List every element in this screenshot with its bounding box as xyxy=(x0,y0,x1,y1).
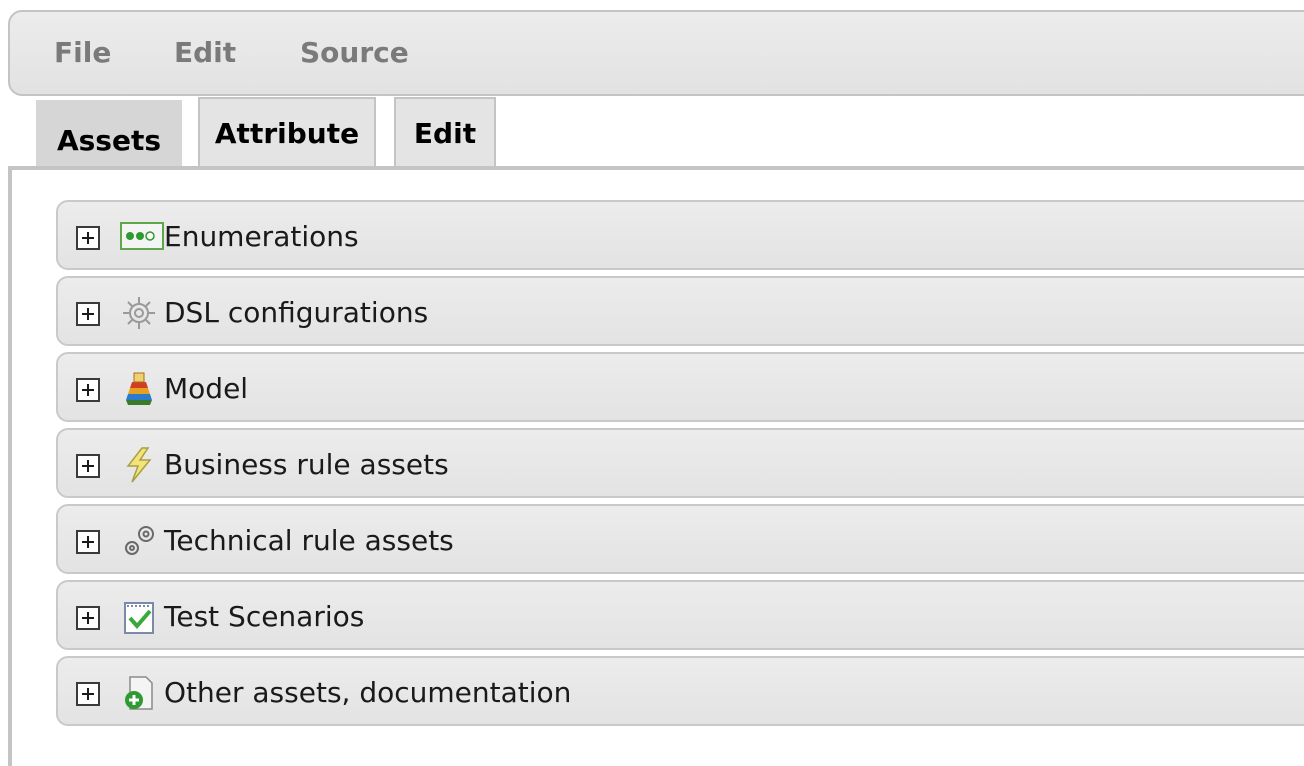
section-enumerations[interactable]: Enumerations xyxy=(56,200,1304,270)
menu-edit[interactable]: Edit xyxy=(174,36,236,69)
technical-rule-icon xyxy=(125,526,154,555)
tab-attribute[interactable]: Attribute xyxy=(198,97,376,169)
section-other-assets[interactable]: Other assets, documentation xyxy=(56,656,1304,726)
section-label: Other assets, documentation xyxy=(164,676,572,709)
enumeration-icon xyxy=(120,222,164,250)
expand-icon[interactable] xyxy=(76,606,100,630)
menu-source[interactable]: Source xyxy=(300,36,409,69)
assets-panel: Enumerations DSL configurations Model Bu… xyxy=(8,166,1304,766)
menu-bar: File Edit Source xyxy=(8,10,1304,96)
menu-file[interactable]: File xyxy=(54,36,111,69)
section-dsl-configurations[interactable]: DSL configurations xyxy=(56,276,1304,346)
section-business-rule-assets[interactable]: Business rule assets xyxy=(56,428,1304,498)
section-label: Business rule assets xyxy=(164,448,449,481)
test-scenario-icon xyxy=(124,602,154,634)
model-icon xyxy=(126,372,152,405)
expand-icon[interactable] xyxy=(76,226,100,250)
section-label: Test Scenarios xyxy=(164,600,365,633)
tab-assets[interactable]: Assets xyxy=(36,100,182,172)
expand-icon[interactable] xyxy=(76,682,100,706)
section-test-scenarios[interactable]: Test Scenarios xyxy=(56,580,1304,650)
section-label: Enumerations xyxy=(164,220,359,253)
expand-icon[interactable] xyxy=(76,530,100,554)
tab-edit-label: Edit xyxy=(413,117,477,150)
section-model[interactable]: Model xyxy=(56,352,1304,422)
expand-icon[interactable] xyxy=(76,454,100,478)
section-label: Model xyxy=(164,372,249,405)
expand-icon[interactable] xyxy=(76,378,100,402)
other-assets-icon xyxy=(125,676,153,710)
expand-icon[interactable] xyxy=(76,302,100,326)
gear-icon xyxy=(123,297,155,329)
tab-edit[interactable]: Edit xyxy=(394,97,496,169)
section-label: Technical rule assets xyxy=(164,524,454,557)
tab-assets-label: Assets xyxy=(56,124,162,157)
tab-attribute-label: Attribute xyxy=(214,117,360,150)
section-label: DSL configurations xyxy=(164,296,429,329)
section-technical-rule-assets[interactable]: Technical rule assets xyxy=(56,504,1304,574)
business-rule-icon xyxy=(126,447,152,483)
